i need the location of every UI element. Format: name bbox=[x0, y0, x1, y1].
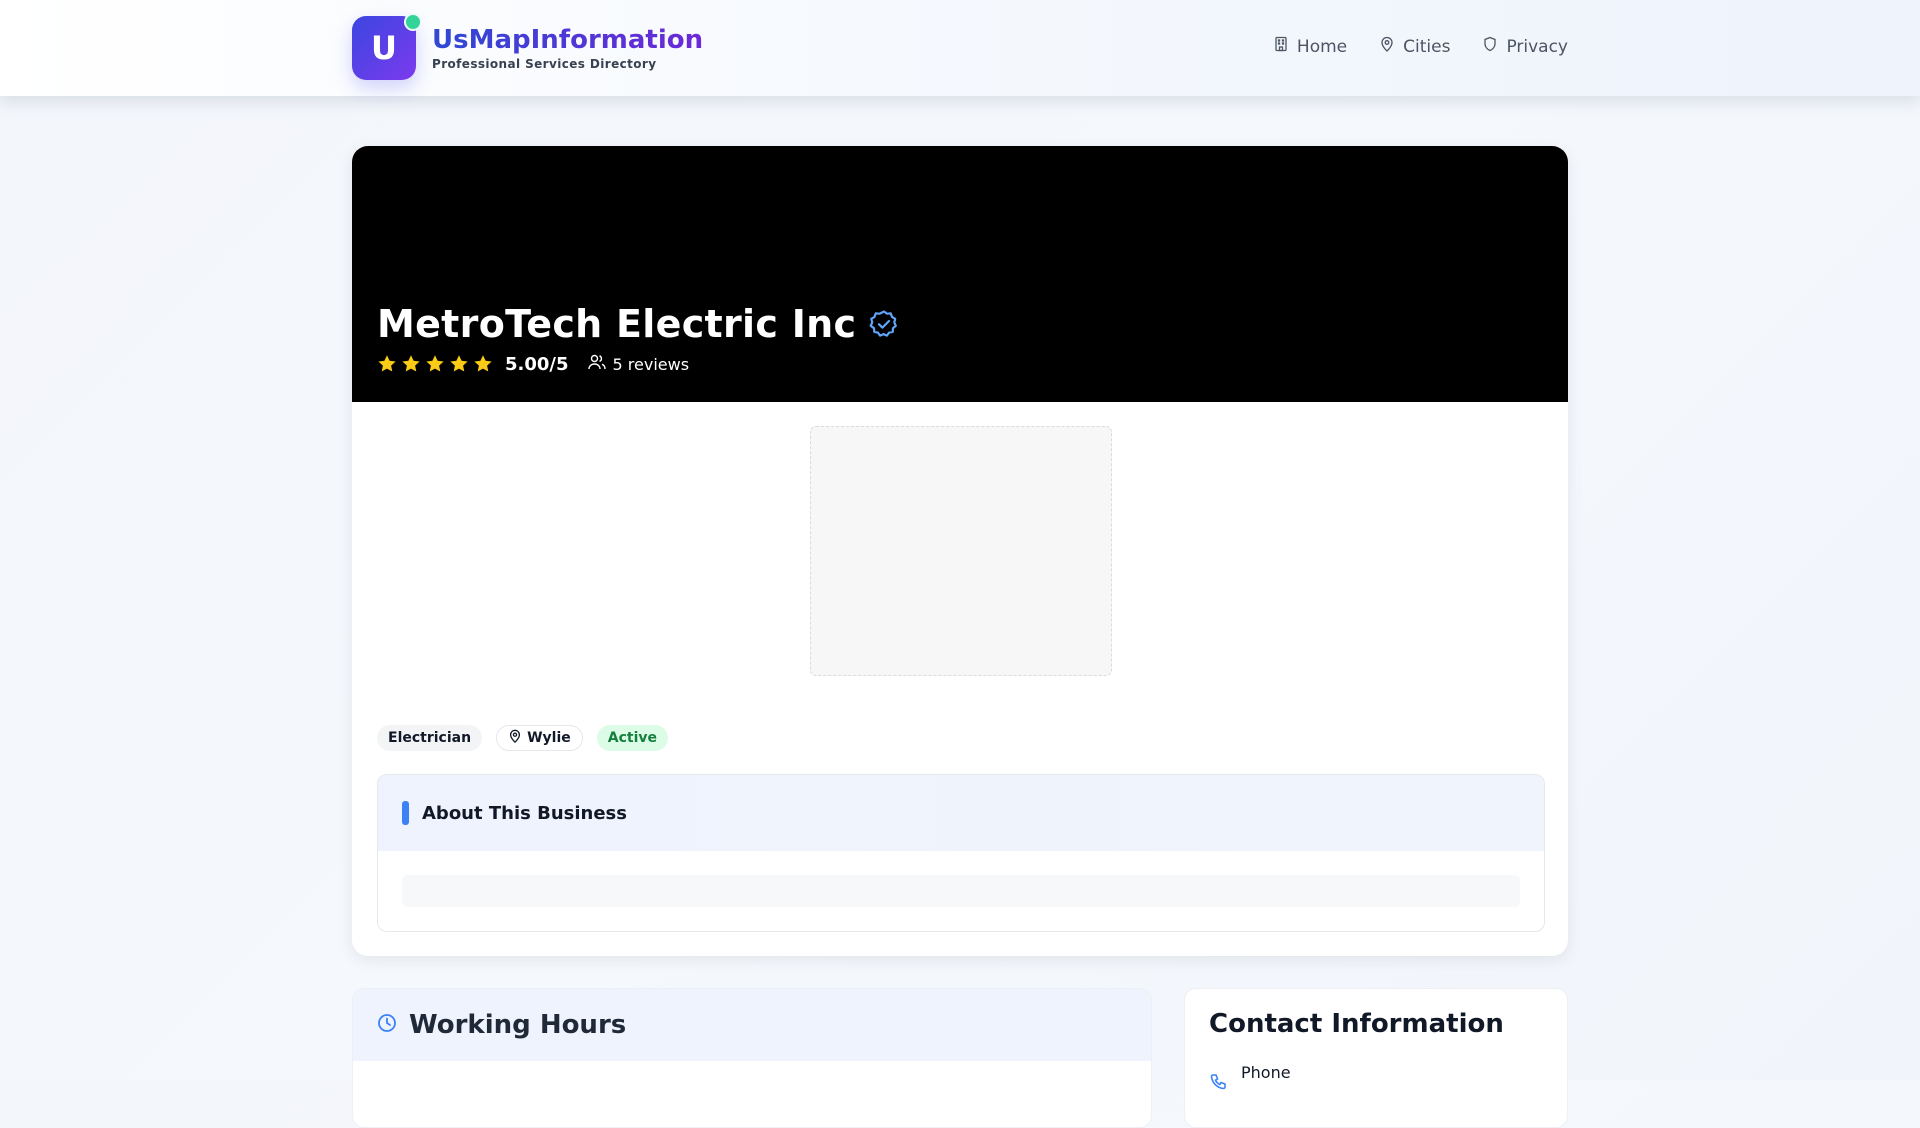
nav-cities[interactable]: Cities bbox=[1379, 36, 1450, 57]
about-description bbox=[402, 875, 1520, 907]
city-label: Wylie bbox=[527, 730, 571, 746]
online-dot bbox=[404, 13, 422, 31]
category-tag[interactable]: Electrician bbox=[377, 725, 483, 751]
reviews-label: 5 reviews bbox=[612, 354, 690, 374]
nav-home[interactable]: Home bbox=[1273, 36, 1347, 57]
business-image-placeholder bbox=[810, 426, 1112, 676]
verified-badge-icon bbox=[868, 308, 900, 340]
nav-cities-label: Cities bbox=[1403, 36, 1451, 57]
about-title: About This Business bbox=[422, 802, 627, 824]
about-accent-bar bbox=[402, 801, 409, 825]
brand-text: UsMapInformation Professional Services D… bbox=[432, 25, 703, 71]
phone-label: Phone bbox=[1241, 1063, 1291, 1082]
star-rating bbox=[377, 354, 493, 374]
reviews-count[interactable]: 5 reviews bbox=[587, 352, 690, 376]
star-icon bbox=[473, 354, 493, 374]
brand-home-link[interactable]: U UsMapInformation Professional Services… bbox=[352, 13, 703, 80]
nav-privacy-label: Privacy bbox=[1506, 36, 1568, 57]
status-badge: Active bbox=[596, 725, 668, 751]
city-tag[interactable]: Wylie bbox=[496, 725, 583, 751]
phone-icon bbox=[1209, 1063, 1227, 1095]
brand-name: UsMapInformation bbox=[432, 25, 704, 55]
contact-title: Contact Information bbox=[1209, 1009, 1504, 1039]
star-icon bbox=[377, 354, 397, 374]
logo: U bbox=[352, 13, 422, 80]
building-icon bbox=[1273, 36, 1289, 57]
about-header: About This Business bbox=[378, 775, 1544, 851]
working-hours-title: Working Hours bbox=[409, 1010, 627, 1040]
nav-home-label: Home bbox=[1296, 36, 1348, 57]
business-hero: MetroTech Electric Inc 5.00/5 5 reviews bbox=[352, 146, 1568, 402]
site-header: U UsMapInformation Professional Services… bbox=[0, 0, 1920, 96]
map-pin-icon bbox=[508, 729, 522, 747]
logo-letter: U bbox=[371, 29, 397, 67]
business-card: MetroTech Electric Inc 5.00/5 5 reviews … bbox=[352, 146, 1568, 956]
main-nav: Home Cities Privacy bbox=[1273, 36, 1568, 57]
business-name: MetroTech Electric Inc bbox=[377, 302, 857, 346]
star-icon bbox=[425, 354, 445, 374]
working-hours-header: Working Hours bbox=[353, 989, 1151, 1061]
rating-value: 5.00/5 bbox=[505, 353, 569, 375]
nav-privacy[interactable]: Privacy bbox=[1482, 36, 1568, 57]
shield-icon bbox=[1482, 36, 1498, 57]
clock-icon bbox=[377, 1013, 397, 1037]
business-title-row: MetroTech Electric Inc bbox=[377, 302, 900, 346]
about-section: About This Business bbox=[377, 774, 1545, 932]
working-hours-card: Working Hours bbox=[352, 988, 1152, 1128]
contact-phone-row[interactable]: Phone bbox=[1209, 1063, 1291, 1095]
category-label: Electrician bbox=[388, 730, 472, 746]
contact-card: Contact Information Phone bbox=[1184, 988, 1568, 1128]
rating-row: 5.00/5 5 reviews bbox=[377, 352, 689, 376]
status-label: Active bbox=[607, 730, 657, 746]
map-pin-icon bbox=[1379, 36, 1395, 57]
star-icon bbox=[401, 354, 421, 374]
users-icon bbox=[587, 352, 607, 376]
star-icon bbox=[449, 354, 469, 374]
brand-tagline: Professional Services Directory bbox=[432, 57, 657, 71]
business-tags: Electrician Wylie Active bbox=[377, 725, 668, 751]
